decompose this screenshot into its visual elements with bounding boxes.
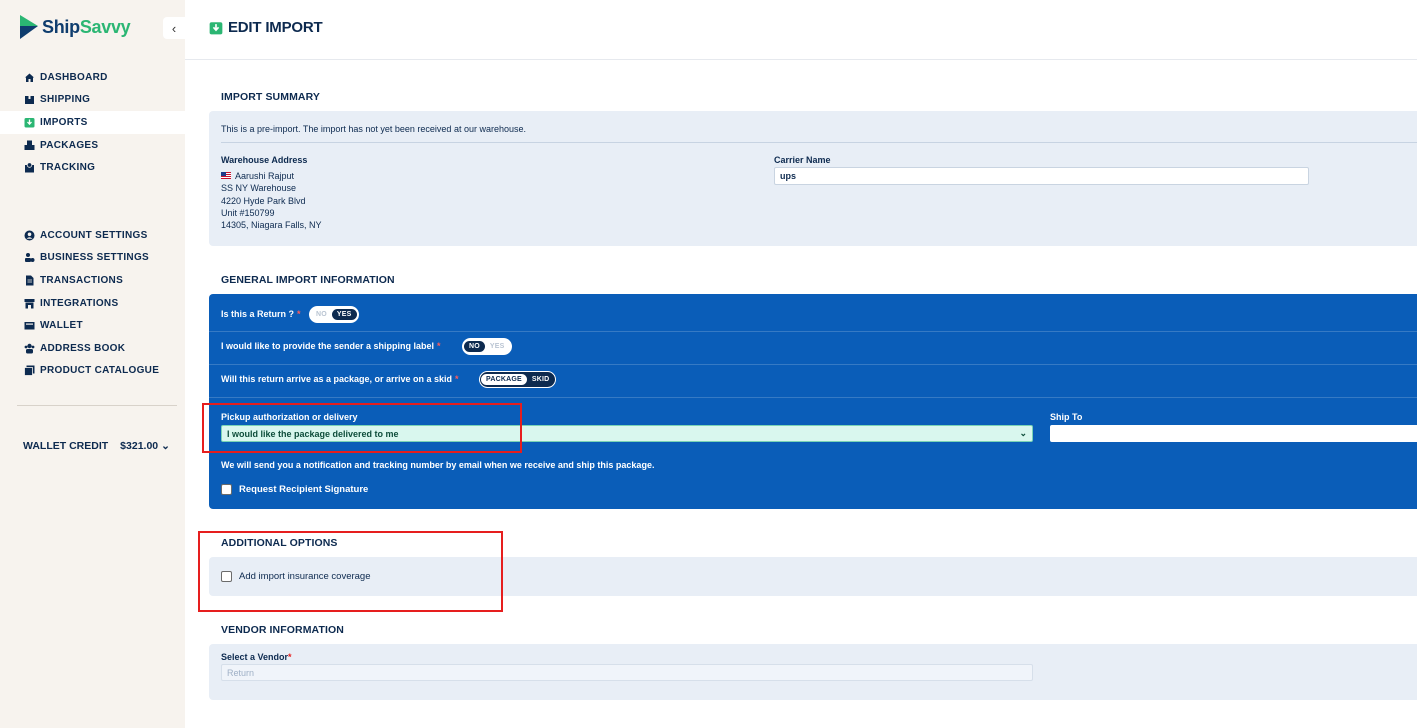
packages-icon: [24, 140, 35, 151]
user-circle-icon: [24, 230, 35, 241]
general-import-title: GENERAL IMPORT INFORMATION: [221, 274, 395, 286]
insurance-option[interactable]: Add import insurance coverage: [221, 571, 371, 582]
page-header: EDIT IMPORT: [185, 0, 1417, 60]
package-skid-toggle[interactable]: PACKAGE SKID: [479, 371, 557, 388]
return-question: Is this a Return ? *: [221, 309, 301, 319]
sidebar: ShipSavvy ‹ DASHBOARD SHIPPING IMPORTS P…: [0, 0, 185, 728]
tracking-icon: [24, 162, 35, 173]
insurance-checkbox[interactable]: [221, 571, 232, 582]
import-icon: [24, 117, 35, 128]
sidebar-item-tracking[interactable]: TRACKING: [0, 156, 185, 179]
insurance-label: Add import insurance coverage: [239, 571, 371, 582]
address-book-icon: [24, 343, 35, 354]
sidebar-item-imports[interactable]: IMPORTS: [0, 111, 185, 134]
sidebar-item-label: TRANSACTIONS: [40, 274, 124, 286]
sidebar-item-label: INTEGRATIONS: [40, 297, 119, 309]
collapse-sidebar-button[interactable]: ‹: [163, 17, 185, 39]
row-divider: [209, 331, 1417, 332]
shipping-box-icon: [24, 94, 35, 105]
notification-text: We will send you a notification and trac…: [221, 460, 655, 470]
skid-question: Will this return arrive as a package, or…: [221, 374, 459, 384]
sidebar-item-label: DASHBOARD: [40, 71, 108, 83]
sidebar-item-integrations[interactable]: INTEGRATIONS: [0, 292, 185, 315]
vendor-information-panel: Select a Vendor* Return: [209, 644, 1417, 700]
sidebar-item-label: TRACKING: [40, 162, 96, 174]
sidebar-item-label: BUSINESS SETTINGS: [40, 252, 150, 264]
shipping-label-question: I would like to provide the sender a shi…: [221, 341, 441, 351]
chevron-down-icon: ⌄: [161, 440, 170, 452]
sidebar-item-wallet[interactable]: WALLET: [0, 314, 185, 337]
warehouse-address: Aarushi Rajput SS NY Warehouse 4220 Hyde…: [221, 171, 322, 231]
recipient-signature-label: Request Recipient Signature: [239, 484, 369, 495]
sidebar-divider: [17, 405, 177, 406]
select-vendor-label: Select a Vendor*: [221, 652, 292, 662]
import-summary-panel: This is a pre-import. The import has not…: [209, 111, 1417, 246]
general-import-panel: Is this a Return ? * NO YES I would like …: [209, 294, 1417, 509]
chevron-left-icon: ‹: [171, 20, 177, 36]
secondary-nav: ACCOUNT SETTINGS BUSINESS SETTINGS TRANS…: [0, 224, 185, 382]
sidebar-item-address-book[interactable]: ADDRESS BOOK: [0, 337, 185, 360]
wallet-credit-amount[interactable]: $321.00 ⌄: [120, 440, 170, 452]
return-no-option[interactable]: NO: [311, 309, 332, 320]
pickup-authorization-label: Pickup authorization or delivery: [221, 412, 358, 422]
page-title: EDIT IMPORT: [209, 19, 323, 36]
sidebar-item-label: IMPORTS: [40, 116, 88, 128]
sidebar-item-packages[interactable]: PACKAGES: [0, 134, 185, 157]
recipient-signature-option[interactable]: Request Recipient Signature: [221, 484, 368, 495]
document-icon: [24, 275, 35, 286]
carrier-name-label: Carrier Name: [774, 155, 831, 165]
wallet-credit: WALLET CREDIT $321.00 ⌄: [23, 440, 170, 452]
row-divider: [209, 364, 1417, 365]
sidebar-item-dashboard[interactable]: DASHBOARD: [0, 66, 185, 89]
shipping-label-no-option[interactable]: NO: [464, 341, 485, 352]
chevron-down-icon: ⌄: [1019, 428, 1027, 438]
pickup-delivery-select[interactable]: I would like the package delivered to me…: [221, 425, 1033, 442]
store-icon: [24, 298, 35, 309]
catalogue-icon: [24, 365, 35, 377]
additional-options-title: ADDITIONAL OPTIONS: [221, 537, 338, 549]
additional-options-panel: Add import insurance coverage: [209, 557, 1417, 596]
pre-import-note: This is a pre-import. The import has not…: [221, 124, 526, 134]
sidebar-item-label: PACKAGES: [40, 139, 99, 151]
sidebar-item-product-catalogue[interactable]: PRODUCT CATALOGUE: [0, 360, 185, 383]
logo[interactable]: ShipSavvy: [20, 15, 131, 39]
return-yes-option[interactable]: YES: [331, 309, 357, 320]
sidebar-item-label: ADDRESS BOOK: [40, 342, 126, 354]
sidebar-item-shipping[interactable]: SHIPPING: [0, 89, 185, 112]
home-icon: [24, 72, 35, 83]
sidebar-item-label: PRODUCT CATALOGUE: [40, 365, 160, 377]
sidebar-item-label: WALLET: [40, 320, 83, 332]
ship-to-input[interactable]: [1050, 425, 1417, 442]
primary-nav: DASHBOARD SHIPPING IMPORTS PACKAGES TRAC…: [0, 66, 185, 179]
wallet-credit-label: WALLET CREDIT: [23, 440, 109, 452]
sidebar-item-label: SHIPPING: [40, 94, 91, 106]
sidebar-item-account-settings[interactable]: ACCOUNT SETTINGS: [0, 224, 185, 247]
vendor-information-title: VENDOR INFORMATION: [221, 624, 344, 636]
wallet-icon: [24, 320, 35, 331]
sidebar-item-label: ACCOUNT SETTINGS: [40, 229, 148, 241]
us-flag-icon: [221, 172, 231, 179]
shipping-label-toggle[interactable]: NO YES: [462, 338, 512, 355]
sidebar-item-transactions[interactable]: TRANSACTIONS: [0, 269, 185, 292]
shipping-label-yes-option[interactable]: YES: [484, 341, 510, 352]
logo-mark-icon: [20, 15, 38, 39]
import-icon: [209, 21, 223, 34]
sidebar-item-business-settings[interactable]: BUSINESS SETTINGS: [0, 247, 185, 270]
import-summary-title: IMPORT SUMMARY: [221, 91, 321, 103]
package-option[interactable]: PACKAGE: [481, 374, 527, 385]
vendor-select[interactable]: Return: [221, 664, 1033, 681]
return-toggle[interactable]: NO YES: [309, 306, 359, 323]
summary-divider: [221, 142, 1417, 143]
business-icon: [24, 252, 35, 263]
logo-text: ShipSavvy: [42, 16, 131, 37]
row-divider: [209, 397, 1417, 398]
carrier-name-input[interactable]: ups: [774, 167, 1309, 185]
ship-to-label: Ship To: [1050, 412, 1083, 422]
skid-option[interactable]: SKID: [526, 374, 555, 385]
warehouse-address-label: Warehouse Address: [221, 155, 308, 165]
recipient-signature-checkbox[interactable]: [221, 484, 232, 495]
